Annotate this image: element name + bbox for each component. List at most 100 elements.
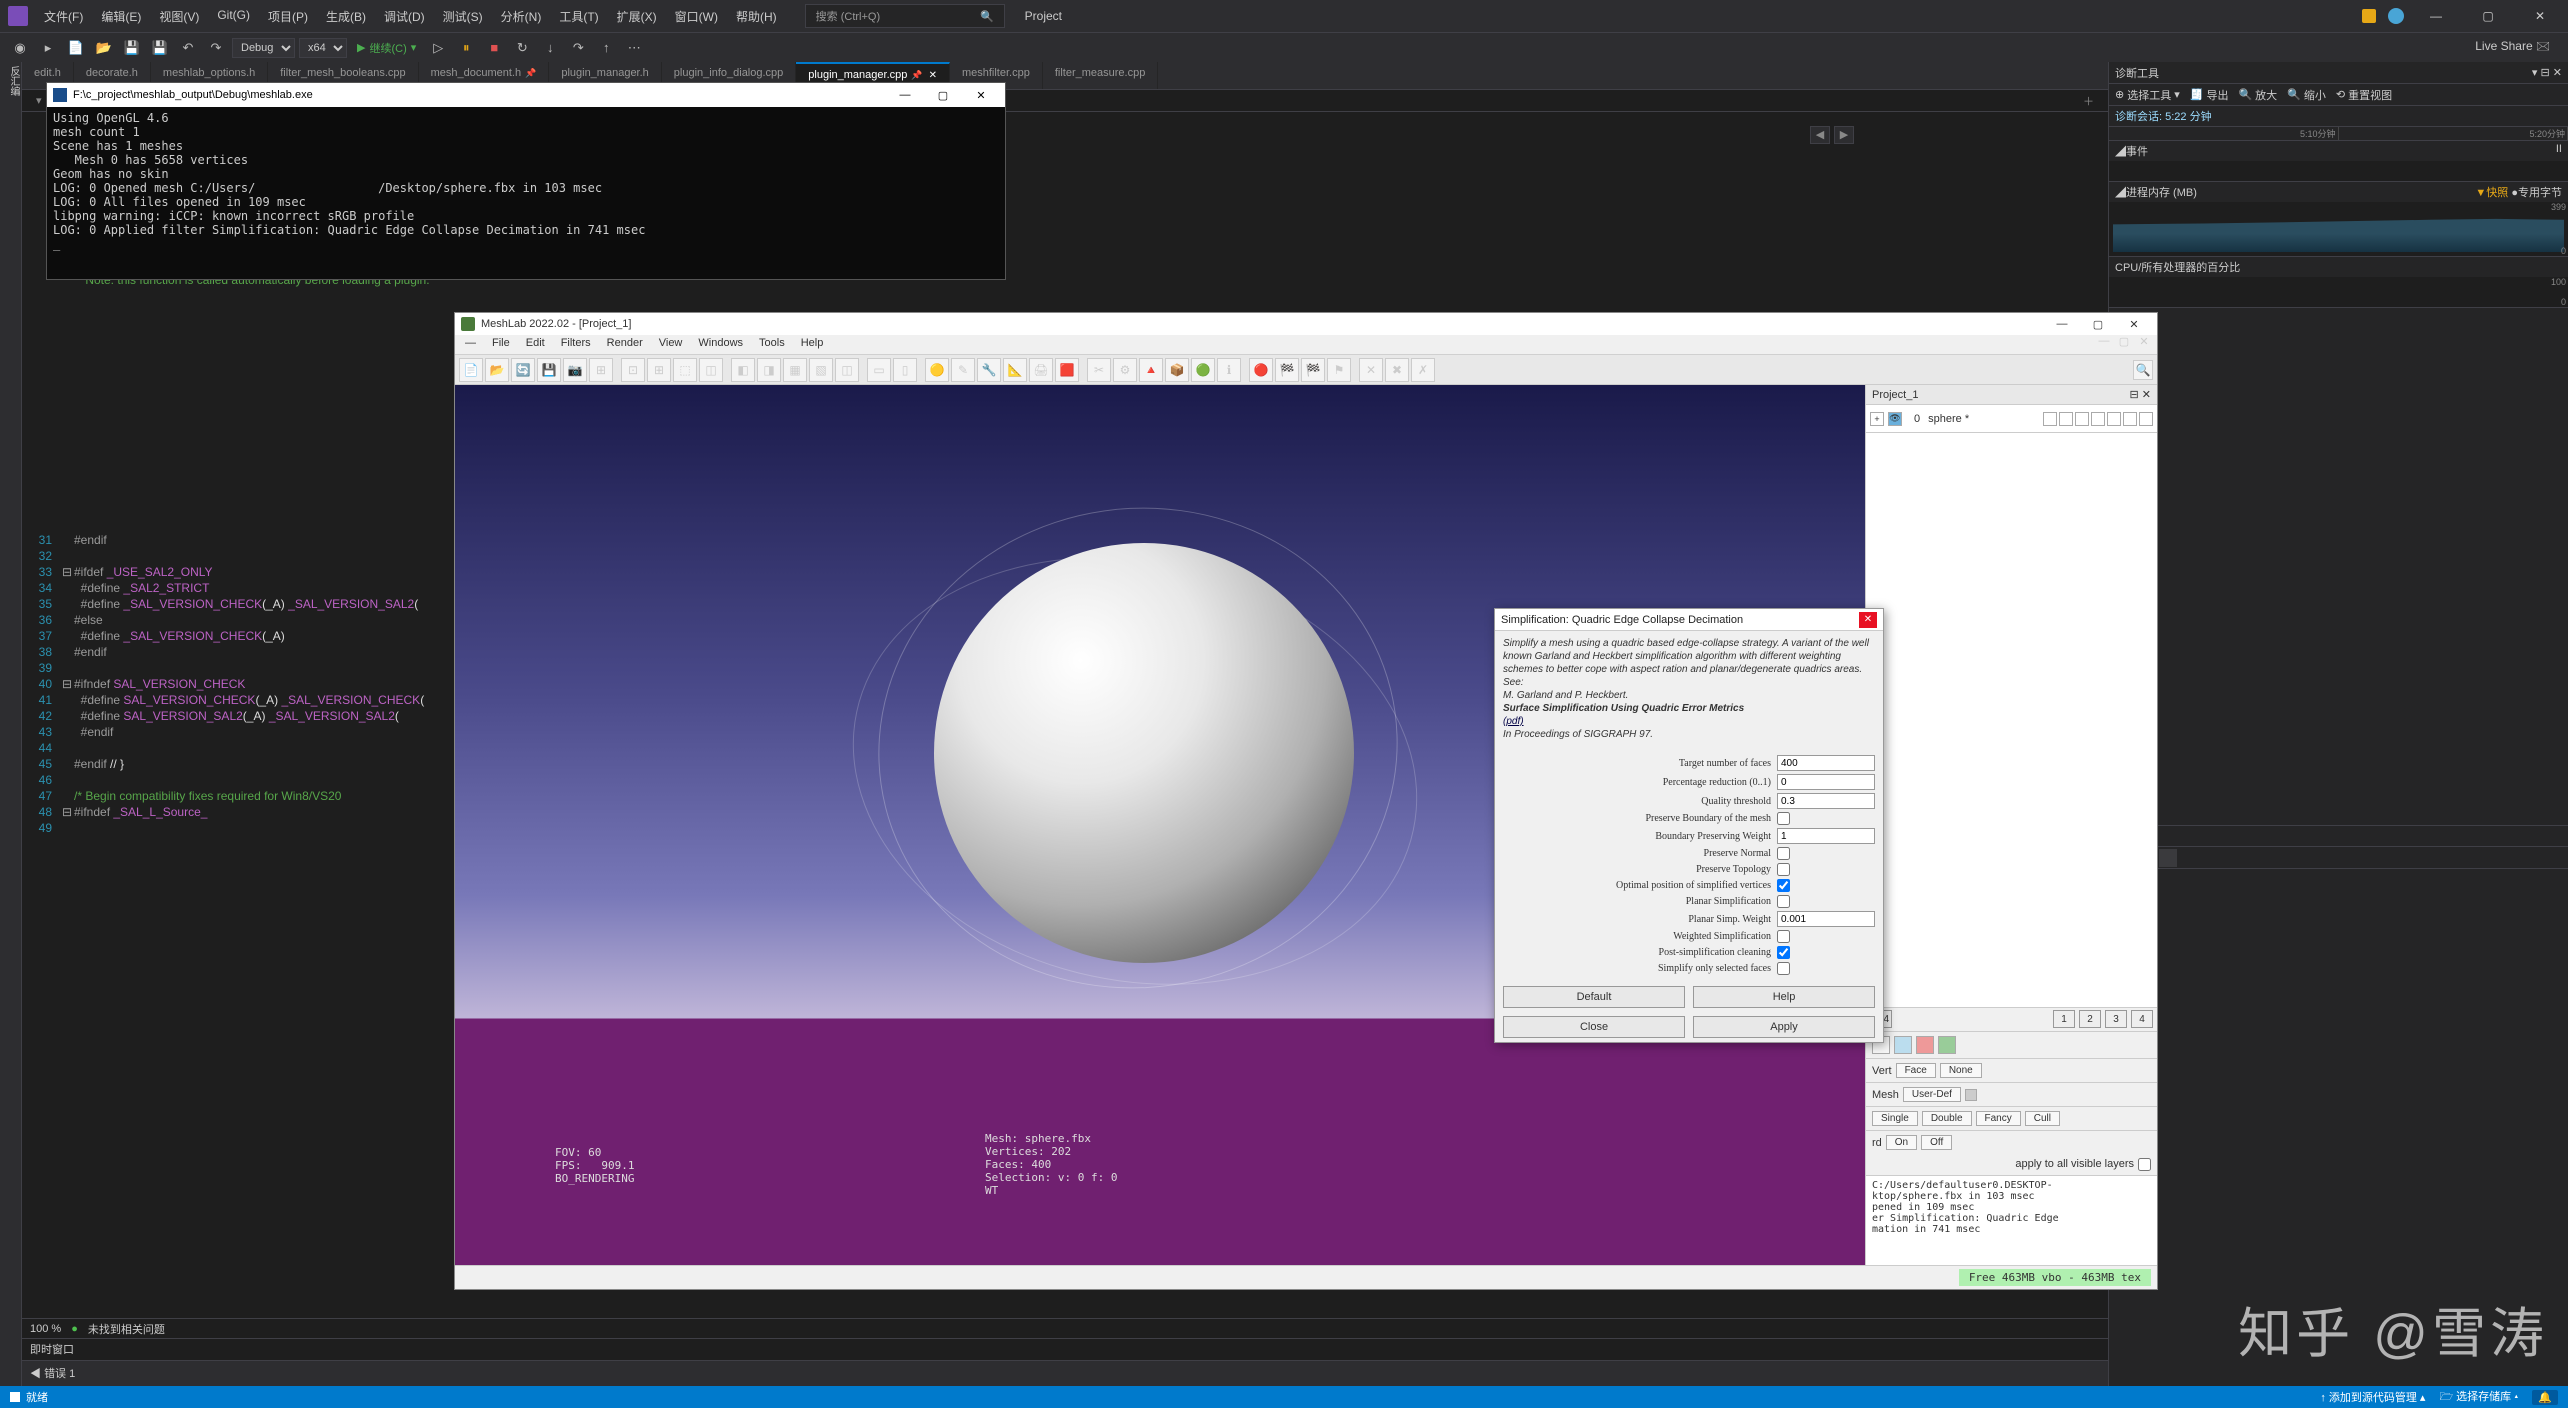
- apply-button[interactable]: Apply: [1693, 1016, 1875, 1038]
- toolbar-icon[interactable]: 📷: [563, 358, 587, 382]
- zoom-in-button[interactable]: 🔍放大: [2238, 87, 2277, 103]
- layer-opt-icon-2[interactable]: [2059, 412, 2073, 426]
- toolbar-icon[interactable]: 🔺: [1139, 358, 1163, 382]
- mdi-dash-icon[interactable]: —: [459, 335, 482, 354]
- layer-opt-icon-4[interactable]: [2091, 412, 2105, 426]
- toolbar-icon[interactable]: 🟢: [1191, 358, 1215, 382]
- toolbar-icon[interactable]: ✂: [1087, 358, 1111, 382]
- only-selected-checkbox[interactable]: [1777, 962, 1790, 975]
- pct-reduction-input[interactable]: [1777, 774, 1875, 790]
- shading-single[interactable]: Single: [1872, 1111, 1918, 1126]
- disasm-tab[interactable]: 反汇编: [8, 66, 19, 96]
- toolbar-icon[interactable]: ✎: [951, 358, 975, 382]
- toolbar-icon[interactable]: ▧: [809, 358, 833, 382]
- debug-icon[interactable]: ▷: [426, 36, 450, 60]
- platform-select[interactable]: x64: [299, 38, 347, 58]
- layer-opt-icon-7[interactable]: [2139, 412, 2153, 426]
- meshlab-menu-item[interactable]: Tools: [753, 335, 791, 354]
- toolbar-icon[interactable]: ⊡: [621, 358, 645, 382]
- toolbar-icon[interactable]: 🔴: [1249, 358, 1273, 382]
- meshlab-menu-item[interactable]: View: [653, 335, 689, 354]
- backface-on[interactable]: On: [1886, 1135, 1917, 1150]
- mesh-color-swatch[interactable]: [1965, 1089, 1977, 1101]
- toolbar-icon[interactable]: 🟡: [925, 358, 949, 382]
- menu-item[interactable]: 分析(N): [493, 4, 550, 29]
- minimize-button[interactable]: —: [2416, 5, 2456, 27]
- open-icon[interactable]: 📂: [92, 36, 116, 60]
- backface-off[interactable]: Off: [1921, 1135, 1952, 1150]
- nav-back-icon[interactable]: ◉: [8, 36, 32, 60]
- xamarin-icon[interactable]: [2388, 8, 2404, 24]
- toolbar-icon[interactable]: 🔧: [977, 358, 1001, 382]
- preserve-normal-checkbox[interactable]: [1777, 847, 1790, 860]
- toolbar-search-icon[interactable]: 🔍: [2133, 360, 2153, 380]
- optimal-pos-checkbox[interactable]: [1777, 879, 1790, 892]
- search-input[interactable]: 搜索 (Ctrl+Q) 🔍: [805, 4, 1005, 28]
- props-pages-icon[interactable]: [2159, 849, 2177, 867]
- continue-button[interactable]: ▶ 继续(C) ▾: [351, 40, 422, 56]
- config-select[interactable]: Debug: [232, 38, 295, 58]
- toolbar-icon[interactable]: ✗: [1411, 358, 1435, 382]
- page-3[interactable]: 3: [2105, 1010, 2127, 1028]
- step-into-icon[interactable]: ↓: [538, 36, 562, 60]
- vert-face-chip[interactable]: Face: [1896, 1063, 1936, 1078]
- add-view-icon[interactable]: ＋: [2077, 91, 2100, 111]
- console-close[interactable]: ✕: [963, 89, 999, 102]
- toolbar-icon[interactable]: ⬚: [673, 358, 697, 382]
- mdi-max[interactable]: ▢: [2115, 335, 2133, 348]
- toolbar-icon[interactable]: 📐: [1003, 358, 1027, 382]
- quality-threshold-input[interactable]: [1777, 793, 1875, 809]
- restart-icon[interactable]: ↻: [510, 36, 534, 60]
- undo-icon[interactable]: ↶: [176, 36, 200, 60]
- source-control-button[interactable]: ↑ 添加到源代码管理 ▴: [2320, 1389, 2425, 1405]
- console-minimize[interactable]: —: [887, 89, 923, 102]
- shading-fancy[interactable]: Fancy: [1976, 1111, 2021, 1126]
- meshlab-menu-item[interactable]: File: [486, 335, 516, 354]
- menu-item[interactable]: Git(G): [209, 4, 258, 29]
- post-clean-checkbox[interactable]: [1777, 946, 1790, 959]
- panel-dock-icons[interactable]: ▾ ⊟ ✕: [2532, 66, 2562, 79]
- save-icon[interactable]: 💾: [120, 36, 144, 60]
- shading-double[interactable]: Double: [1922, 1111, 1972, 1126]
- toolbar-icon[interactable]: ⚑: [1327, 358, 1351, 382]
- toolbar-icon[interactable]: ◧: [731, 358, 755, 382]
- close-button[interactable]: Close: [1503, 1016, 1685, 1038]
- toolbar-icon[interactable]: ▦: [783, 358, 807, 382]
- menu-item[interactable]: 窗口(W): [667, 4, 726, 29]
- mdi-min[interactable]: —: [2095, 335, 2113, 348]
- meshlab-menu-item[interactable]: Render: [601, 335, 649, 354]
- page-2[interactable]: 2: [2079, 1010, 2101, 1028]
- menu-item[interactable]: 文件(F): [36, 4, 91, 29]
- toolbar-icon[interactable]: 💾: [537, 358, 561, 382]
- page-4[interactable]: 4: [2131, 1010, 2153, 1028]
- reset-view-button[interactable]: ⟲重置视图: [2336, 87, 2392, 103]
- select-tool-button[interactable]: ⊕选择工具▾: [2115, 87, 2180, 103]
- repo-select-button[interactable]: 🗁 选择存储库 ▴: [2439, 1388, 2518, 1407]
- meshlab-menu-item[interactable]: Filters: [555, 335, 597, 354]
- stop-icon[interactable]: ■: [482, 36, 506, 60]
- apply-all-checkbox[interactable]: [2138, 1158, 2151, 1171]
- ml-close[interactable]: ✕: [2117, 318, 2151, 331]
- menu-item[interactable]: 工具(T): [551, 4, 606, 29]
- shading-cull[interactable]: Cull: [2025, 1111, 2060, 1126]
- menu-item[interactable]: 扩展(X): [609, 4, 665, 29]
- immediate-window-tab[interactable]: 即时窗口: [30, 1341, 74, 1357]
- render-mode-icon-4[interactable]: [1938, 1036, 1956, 1054]
- tab-prev-button[interactable]: ◀: [1810, 126, 1830, 144]
- toolbar-icon[interactable]: ◫: [835, 358, 859, 382]
- menu-item[interactable]: 项目(P): [260, 4, 316, 29]
- default-button[interactable]: Default: [1503, 986, 1685, 1008]
- toolbar-icon[interactable]: 🔄: [511, 358, 535, 382]
- warning-icon[interactable]: [2362, 9, 2376, 23]
- render-mode-icon-2[interactable]: [1894, 1036, 1912, 1054]
- menu-item[interactable]: 视图(V): [151, 4, 207, 29]
- toolbar-icon[interactable]: ◫: [699, 358, 723, 382]
- console-output[interactable]: Using OpenGL 4.6 mesh count 1 Scene has …: [47, 107, 1005, 279]
- target-faces-input[interactable]: [1777, 755, 1875, 771]
- toolbar-icon[interactable]: ◨: [757, 358, 781, 382]
- boundary-weight-input[interactable]: [1777, 828, 1875, 844]
- more-icon[interactable]: ⋯: [622, 36, 646, 60]
- meshlab-menu-item[interactable]: Edit: [520, 335, 551, 354]
- layer-opt-icon-5[interactable]: [2107, 412, 2121, 426]
- new-icon[interactable]: 📄: [64, 36, 88, 60]
